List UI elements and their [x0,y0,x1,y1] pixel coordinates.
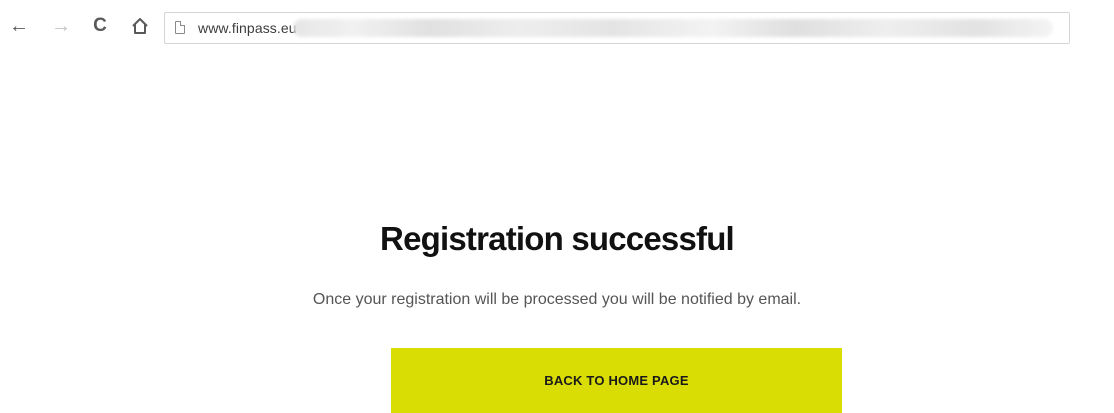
address-bar[interactable]: www.finpass.eu [164,12,1070,44]
forward-arrow-icon[interactable]: → [48,14,74,38]
back-to-home-button[interactable]: BACK TO HOME PAGE [391,348,842,413]
back-arrow-icon[interactable]: ← [6,14,32,38]
page-title: Registration successful [380,220,735,257]
home-icon[interactable] [127,14,153,38]
page-icon [175,21,185,34]
page-content: Registration successful Once your regist… [0,60,1114,413]
url-blurred-path [293,19,1053,37]
confirmation-message: Once your registration will be processed… [312,291,802,308]
reload-icon[interactable]: C [87,14,113,38]
browser-toolbar: ← → C www.finpass.eu [0,0,1114,60]
url-text: www.finpass.eu [198,20,297,36]
